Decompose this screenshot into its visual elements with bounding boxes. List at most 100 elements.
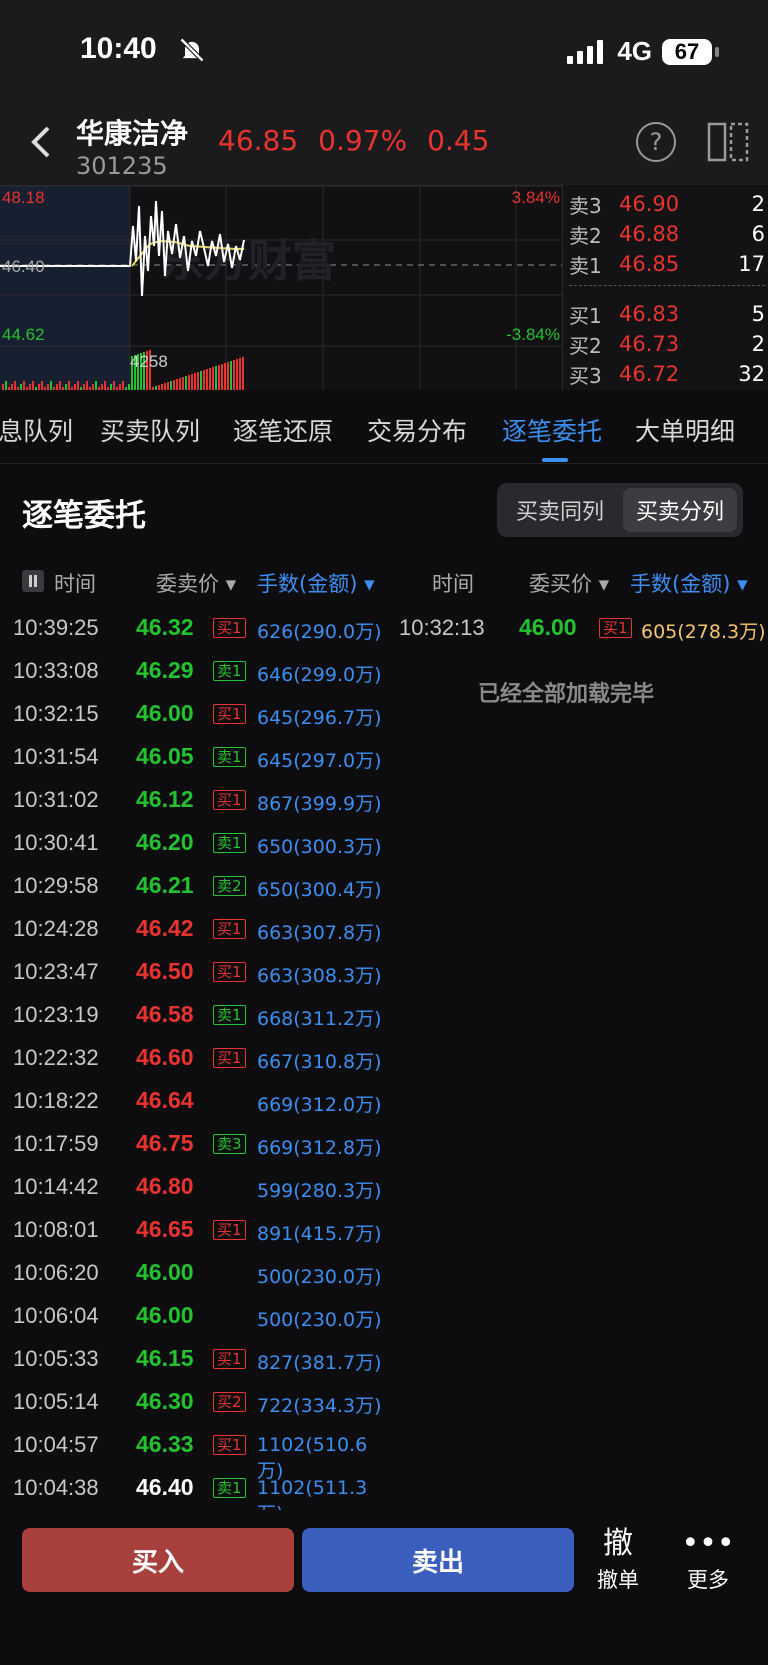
seg-split-columns[interactable]: 买卖分列: [623, 488, 737, 532]
volume-bar: [209, 368, 211, 391]
tab-item[interactable]: 买卖队列: [100, 412, 200, 448]
volume-bar: [239, 358, 241, 391]
order-row[interactable]: 10:05:14 46.30 买2 722(334.3万): [0, 1381, 390, 1424]
order-row[interactable]: 10:04:57 46.33 买1 1102(510.6万): [0, 1424, 390, 1482]
order-row[interactable]: 10:31:54 46.05 卖1 645(297.0万): [0, 736, 390, 779]
order-book[interactable]: 卖3 46.90 2 卖2 46.88 6 卖1 46.85 17 买1 46.83 5 买2 46.73…: [562, 185, 768, 390]
order-book-price: 46.72: [619, 362, 680, 386]
order-time: 10:23:47: [13, 959, 99, 984]
order-volume: 646(299.0万): [257, 664, 382, 686]
order-volume: 663(308.3万): [257, 965, 382, 987]
cancel-order-button[interactable]: 撤 撤单: [588, 1524, 648, 1594]
more-label: 更多: [687, 1568, 729, 1592]
order-row[interactable]: 10:22:32 46.60 买1 667(310.8万): [0, 1037, 390, 1080]
order-price: 46.50: [136, 958, 194, 984]
order-row[interactable]: 10:06:04 46.00 500(230.0万): [0, 1295, 390, 1338]
volume-bar: [191, 374, 193, 391]
order-time: 10:18:22: [13, 1088, 99, 1113]
col-buy-volume[interactable]: 手数(金额) ▾: [630, 568, 748, 598]
order-price: 46.32: [136, 614, 194, 640]
order-volume: 500(230.0万): [257, 1309, 382, 1331]
order-row[interactable]: 10:31:02 46.12 买1 867(399.9万): [0, 779, 390, 822]
order-row[interactable]: 10:32:15 46.00 买1 645(296.7万): [0, 693, 390, 736]
order-side-badge: 买1: [213, 1349, 246, 1369]
tab-item[interactable]: 大单明细: [635, 412, 735, 448]
order-book-level: 卖2: [569, 223, 602, 248]
volume-bar: [203, 370, 205, 391]
more-button[interactable]: ••• 更多: [678, 1524, 738, 1594]
order-row[interactable]: 10:24:28 46.42 买1 663(307.8万): [0, 908, 390, 951]
col-sell-volume[interactable]: 手数(金额) ▾: [257, 568, 375, 598]
order-time: 10:31:54: [13, 744, 99, 769]
order-row[interactable]: 10:33:08 46.29 卖1 646(299.0万): [0, 650, 390, 693]
layout-switch-icon[interactable]: [706, 120, 750, 164]
order-row[interactable]: 10:05:33 46.15 买1 827(381.7万): [0, 1338, 390, 1381]
order-price: 46.00: [136, 700, 194, 726]
network-type: 4G: [617, 36, 652, 66]
order-row[interactable]: 10:29:58 46.21 卖2 650(300.4万): [0, 865, 390, 908]
order-volume: 500(230.0万): [257, 1266, 382, 1288]
change-amount: 0.45: [427, 124, 490, 157]
order-row[interactable]: 10:39:25 46.32 买1 626(290.0万): [0, 607, 390, 650]
order-book-price: 46.73: [619, 332, 680, 356]
order-side-badge: 卖1: [213, 661, 246, 681]
order-book-volume: 32: [738, 362, 765, 386]
order-side-badge: 卖2: [213, 876, 246, 896]
change-percent: 0.97%: [318, 124, 408, 157]
order-volume: 605(278.3万): [641, 621, 766, 643]
volume-bar: [221, 364, 223, 391]
active-tab-indicator: [542, 458, 568, 462]
sell-button[interactable]: 卖出: [302, 1528, 574, 1592]
cancel-order-icon: 撤: [603, 1526, 633, 1561]
help-icon[interactable]: ?: [636, 122, 676, 162]
layout-segmented-control: 买卖同列 买卖分列: [497, 483, 743, 537]
buy-button[interactable]: 买入: [22, 1528, 294, 1592]
order-row[interactable]: 10:32:13 46.00 买1 605(278.3万): [386, 607, 768, 650]
order-side-badge: 买1: [213, 1435, 246, 1455]
order-volume: 668(311.2万): [257, 1008, 382, 1030]
tab-item[interactable]: 息队列: [0, 412, 73, 448]
order-row[interactable]: 10:30:41 46.20 卖1 650(300.3万): [0, 822, 390, 865]
order-price: 46.65: [136, 1216, 194, 1242]
back-icon[interactable]: [26, 122, 56, 162]
last-price: 46.85: [218, 124, 299, 157]
tab-item[interactable]: 逐笔还原: [233, 412, 333, 448]
order-side-badge: 买1: [213, 704, 246, 724]
col-sell-price[interactable]: 委卖价 ▾: [156, 568, 236, 598]
order-book-row[interactable]: 买1 46.83 5: [569, 299, 765, 329]
seg-same-column[interactable]: 买卖同列: [503, 488, 617, 532]
chart-label: -3.84%: [506, 325, 560, 344]
clock: 10:40: [80, 32, 157, 65]
order-book-row[interactable]: 卖1 46.85 17: [569, 249, 765, 279]
order-row[interactable]: 10:14:42 46.80 599(280.3万): [0, 1166, 390, 1209]
stock-header: 华康洁净 301235 46.85 0.97% 0.45 ?: [0, 100, 768, 185]
order-volume: 599(280.3万): [257, 1180, 382, 1202]
order-book-row[interactable]: 买2 46.73 2: [569, 329, 765, 359]
order-row[interactable]: 10:08:01 46.65 买1 891(415.7万): [0, 1209, 390, 1252]
volume-bar: [215, 366, 217, 391]
order-side-badge: 卖1: [213, 747, 246, 767]
order-book-row[interactable]: 卖3 46.90 2: [569, 189, 765, 219]
order-side-badge: 买1: [213, 1220, 246, 1240]
order-row[interactable]: 10:23:47 46.50 买1 663(308.3万): [0, 951, 390, 994]
order-row[interactable]: 10:23:19 46.58 卖1 668(311.2万): [0, 994, 390, 1037]
order-price: 46.58: [136, 1001, 194, 1027]
order-row[interactable]: 10:06:20 46.00 500(230.0万): [0, 1252, 390, 1295]
order-row[interactable]: 10:18:22 46.64 669(312.0万): [0, 1080, 390, 1123]
order-time: 10:14:42: [13, 1174, 99, 1199]
stock-code: 301235: [76, 152, 168, 180]
order-volume: 650(300.3万): [257, 836, 382, 858]
tab-item[interactable]: 交易分布: [367, 412, 467, 448]
order-row[interactable]: 10:04:3846.40卖11102(511.3万): [0, 1467, 390, 1525]
col-buy-price[interactable]: 委买价 ▾: [529, 568, 609, 598]
order-row[interactable]: 10:17:59 46.75 卖3 669(312.8万): [0, 1123, 390, 1166]
order-time: 10:05:33: [13, 1346, 99, 1371]
order-book-row[interactable]: 买3 46.72 32: [569, 359, 765, 389]
order-side-badge: 卖3: [213, 1134, 246, 1154]
order-price: 46.33: [136, 1431, 194, 1457]
pause-icon[interactable]: [22, 570, 44, 592]
pre-market-shade: [0, 186, 130, 391]
bottom-action-bar: 买入 卖出 撤 撤单 ••• 更多: [0, 1510, 768, 1665]
order-book-row[interactable]: 卖2 46.88 6: [569, 219, 765, 249]
tab-item[interactable]: 逐笔委托: [502, 412, 602, 448]
